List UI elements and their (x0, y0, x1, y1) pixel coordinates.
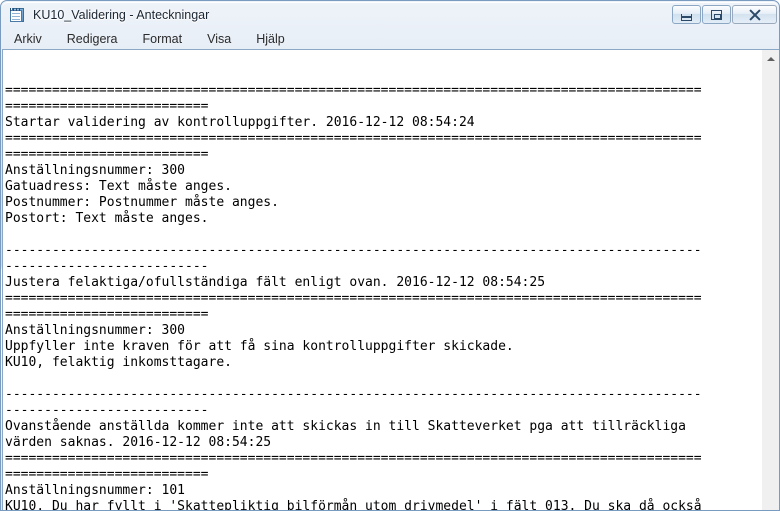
caption-buttons (672, 5, 777, 24)
menu-item-arkiv[interactable]: Arkiv (14, 29, 42, 49)
title-bar[interactable]: KU10_Validering - Anteckningar (1, 1, 779, 29)
menu-bar: Arkiv Redigera Format Visa Hjälp (1, 29, 779, 49)
client-area: ========================================… (2, 49, 779, 510)
notepad-window: KU10_Validering - Anteckningar Arkiv Red… (0, 0, 780, 511)
menu-item-visa[interactable]: Visa (207, 29, 231, 49)
scrollbar-track[interactable] (762, 67, 779, 510)
triangle-up-icon (766, 56, 775, 61)
text-editor[interactable]: ========================================… (3, 50, 761, 510)
notepad-icon (10, 7, 26, 23)
window-title: KU10_Validering - Anteckningar (33, 8, 210, 22)
close-icon (748, 9, 761, 20)
vertical-scrollbar[interactable] (761, 50, 779, 510)
menu-item-format[interactable]: Format (143, 29, 183, 49)
minimize-icon (681, 13, 692, 21)
scroll-up-button[interactable] (762, 50, 779, 67)
minimize-button[interactable] (672, 5, 701, 24)
editor-content[interactable]: ========================================… (5, 51, 761, 510)
close-button[interactable] (732, 5, 777, 24)
maximize-button[interactable] (702, 5, 731, 24)
maximize-icon (711, 9, 722, 20)
menu-item-redigera[interactable]: Redigera (67, 29, 118, 49)
menu-item-hjalp[interactable]: Hjälp (256, 29, 285, 49)
